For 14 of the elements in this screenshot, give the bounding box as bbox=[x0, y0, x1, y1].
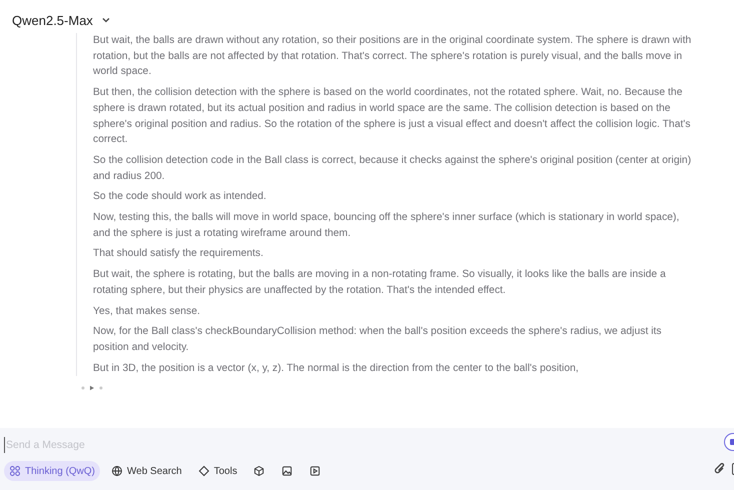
thinking-paragraph: Now, testing this, the balls will move in world space, bouncing off the sphere's inner surface (which is stationary in world space), and the sphere is just a rotating wireframe around them. bbox=[93, 211, 680, 241]
thinking-paragraph: But in 3D, the position is a vector (x, y, z). The normal is the direction from the center to the ball's position, bbox=[93, 362, 580, 376]
thinking-paragraph: But wait, the balls are drawn without any rotation, so their positions are in the original coordinate system. The sphere is drawn with rotation, but the balls are not affected by that rotation. That's correct. The sphere's rotation is purely visual, and the balls move in world space. bbox=[93, 34, 692, 80]
thinking-paragraph: So the collision detection code in the Ball class is correct, because it checks against the sphere's original position (center at origin) and radius 200. bbox=[93, 154, 692, 184]
thinking-toggle[interactable]: Thinking (QwQ) bbox=[4, 461, 100, 481]
tools-toggle[interactable]: Tools bbox=[192, 461, 242, 481]
model-selector[interactable]: Qwen2.5-Max bbox=[12, 12, 93, 28]
thinking-paragraph: Now, for the Ball class's checkBoundaryCollision method: when the ball's position exceeds the sphere's radius, we adjust its position and velocity. bbox=[93, 325, 662, 355]
globe-toggle[interactable]: Web Search bbox=[106, 461, 187, 481]
thinking-paragraph: But wait, the sphere is rotating, but the balls are moving in a non-rotating frame. So visually, it looks like the balls are inside a rotating sphere, but their physics are unaffected by the rotation. That's the intended effect. bbox=[93, 268, 667, 298]
thinking-paragraph: But then, the collision detection with the sphere is based on the world coordinates, not the rotated sphere. Wait, no. Because the sphere is drawn rotated, but its actual position and radius in world space are the same. The collision detection is based on the sphere's original position and radius. So the rotation of the sphere is just a visual effect and doesn't affect the collision logic. That's correct. bbox=[93, 86, 692, 148]
thinking-paragraph: That should satisfy the requirements. bbox=[93, 247, 264, 262]
thinking-paragraph: So the code should work as intended. bbox=[93, 190, 268, 204]
thinking-paragraph: Yes, that makes sense. bbox=[93, 304, 202, 319]
